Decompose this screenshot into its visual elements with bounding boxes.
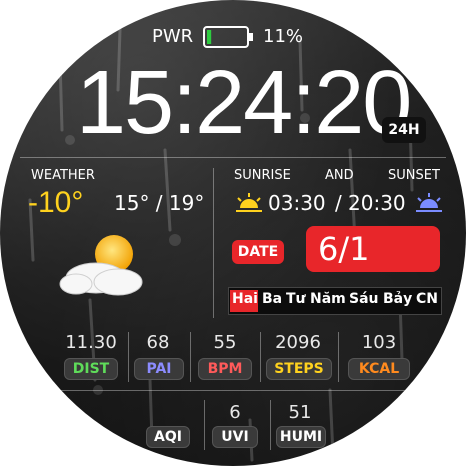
partly-cloudy-sun-icon (52, 232, 162, 302)
time-format-badge: 24H (382, 117, 426, 143)
stats-divider (128, 332, 129, 382)
sunset-label: SUNSET (388, 168, 440, 183)
uvi-label: UVI (212, 426, 258, 448)
steps-value: 2096 (275, 332, 321, 353)
current-temperature: -10° (28, 186, 84, 219)
date-value: 6/1 (306, 226, 440, 272)
bpm-label: BPM (198, 358, 252, 380)
weekday-sat: Bảy (383, 291, 413, 307)
uvi-value: 6 (229, 402, 241, 423)
and-label: AND (325, 168, 354, 183)
stats-divider (190, 332, 191, 382)
divider-middle (213, 168, 214, 318)
time-display: 15:24:20 (76, 53, 412, 153)
pai-label: PAI (134, 358, 184, 380)
pwr-label: PWR (152, 26, 194, 47)
humi-label: HUMI (276, 426, 326, 448)
sunrise-time: 03:30 (268, 191, 326, 215)
battery-percent: 11% (263, 26, 304, 47)
sunrise-icon (234, 192, 264, 214)
weekday-tue: Ba (262, 291, 283, 307)
env-divider (270, 400, 271, 450)
kcal-label: KCAL (348, 358, 410, 380)
weekday-sun: CN (416, 291, 438, 307)
stats-divider (338, 332, 339, 382)
weekday-mon: Hai (232, 291, 258, 307)
heart-rate-value: 55 (213, 332, 237, 353)
temperature-range: 15° / 19° (114, 191, 205, 215)
weather-label: WEATHER (31, 168, 95, 183)
divider-top (20, 157, 446, 158)
aqi-label: AQI (146, 426, 190, 448)
sunset-icon (414, 192, 444, 214)
humidity-value: 51 (288, 402, 312, 423)
distance-label: DIST (64, 358, 118, 380)
calories-value: 103 (361, 332, 397, 353)
stats-divider (260, 332, 261, 382)
weekday-fri: Sáu (349, 291, 379, 307)
env-divider (204, 400, 205, 450)
weekday-wed: Tư (286, 291, 306, 307)
steps-label: STEPS (266, 358, 332, 380)
time-separator: / (335, 191, 342, 215)
sunrise-label: SUNRISE (234, 168, 291, 183)
watch-face: PWR 11% 15:24:20 24H WEATHER -10° 15° / … (0, 0, 466, 466)
pai-value: 68 (146, 332, 170, 353)
weekday-thu: Năm (310, 291, 346, 307)
date-label: DATE (232, 240, 284, 264)
sunset-time: 20:30 (348, 191, 406, 215)
distance-value: 11.30 (65, 332, 117, 353)
battery-icon (203, 26, 253, 48)
divider-bottom (60, 390, 406, 391)
